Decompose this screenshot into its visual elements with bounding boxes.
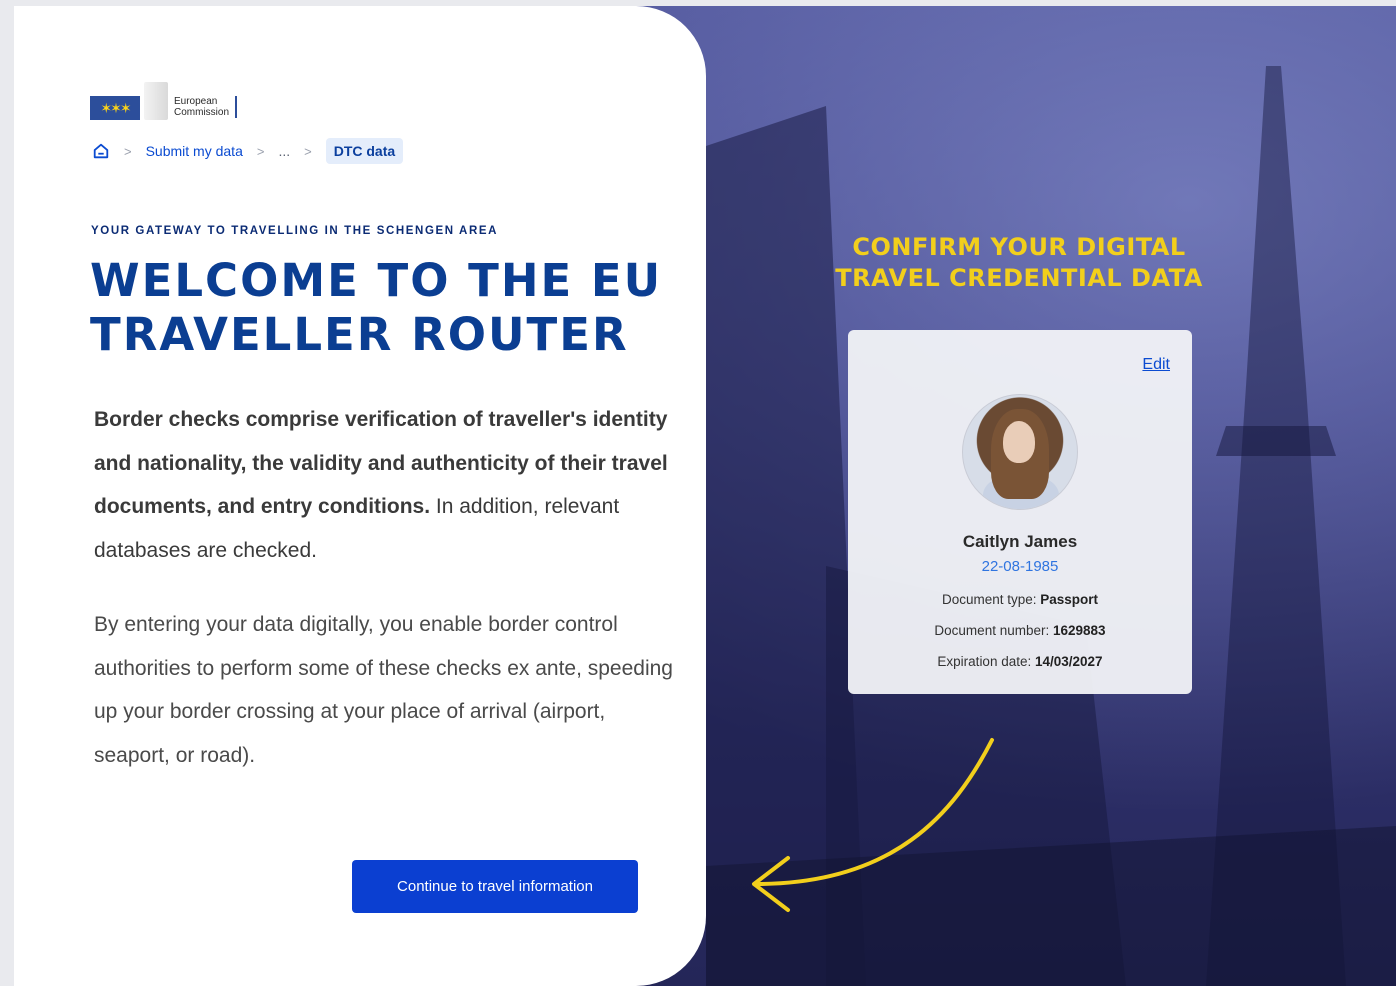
document-number-row: Document number: 1629883 xyxy=(848,623,1192,638)
digital-data-paragraph: By entering your data digitally, you ena… xyxy=(94,613,673,767)
continue-to-travel-information-button[interactable]: Continue to travel information xyxy=(352,860,638,913)
traveller-name: Caitlyn James xyxy=(962,532,1078,551)
expiration-date-value: 14/03/2027 xyxy=(1035,654,1103,669)
document-number-value: 1629883 xyxy=(1053,623,1106,638)
logo-emblem: ✶✶✶ xyxy=(90,82,142,120)
expiration-date-row: Expiration date: 14/03/2027 xyxy=(848,654,1192,669)
document-type-label: Document type: xyxy=(941,592,1037,607)
breadcrumb: > Submit my data > ... > DTC data xyxy=(92,138,404,164)
left-content-panel: ✶✶✶ European Commission > Submit my data… xyxy=(14,6,706,986)
breadcrumb-submit-my-data[interactable]: Submit my data xyxy=(146,143,243,159)
logo-text: European Commission xyxy=(174,96,238,118)
expiration-date-label: Expiration date: xyxy=(937,654,1032,669)
confirm-heading-line2: TRAVEL CREDENTIAL DATA xyxy=(835,264,1203,292)
confirm-heading-line1: CONFIRM YOUR DIGITAL xyxy=(852,233,1186,261)
breadcrumb-current: DTC data xyxy=(325,138,404,164)
document-type-row: Document type: Passport xyxy=(848,592,1192,607)
chevron-right-icon: > xyxy=(304,143,312,159)
page-title: WELCOME TO THE EU TRAVELLER ROUTER xyxy=(90,254,670,362)
avatar xyxy=(962,394,1078,510)
logo-text-line1: European xyxy=(174,96,218,107)
curved-arrow-icon xyxy=(752,738,994,912)
document-type-value: Passport xyxy=(1040,592,1099,607)
european-commission-logo[interactable]: ✶✶✶ European Commission xyxy=(90,82,238,120)
home-icon[interactable] xyxy=(92,142,110,160)
logo-text-line2: Commission xyxy=(174,107,230,118)
page-frame: ✶✶✶ European Commission > Submit my data… xyxy=(14,6,1396,986)
eu-flag-icon: ✶✶✶ xyxy=(90,96,140,120)
confirm-credential-heading: CONFIRM YOUR DIGITAL TRAVEL CREDENTIAL D… xyxy=(834,232,1204,294)
traveller-dob: 22-08-1985 xyxy=(981,558,1059,575)
eyebrow-text: YOUR GATEWAY TO TRAVELLING IN THE SCHENG… xyxy=(91,225,499,237)
document-number-label: Document number: xyxy=(934,623,1050,638)
chevron-right-icon: > xyxy=(124,143,132,159)
edit-link[interactable]: Edit xyxy=(1142,356,1170,374)
logo-building-graphic xyxy=(144,82,168,120)
chevron-right-icon: > xyxy=(256,143,265,159)
page-title-line2: TRAVELLER ROUTER xyxy=(90,308,629,361)
intro-paragraph: Border checks comprise verification of t… xyxy=(94,398,674,572)
breadcrumb-ellipsis[interactable]: ... xyxy=(278,143,290,159)
credential-card: Edit Caitlyn James 22-08-1985 Document t… xyxy=(848,330,1192,694)
page-title-line1: WELCOME TO THE EU xyxy=(90,254,663,307)
